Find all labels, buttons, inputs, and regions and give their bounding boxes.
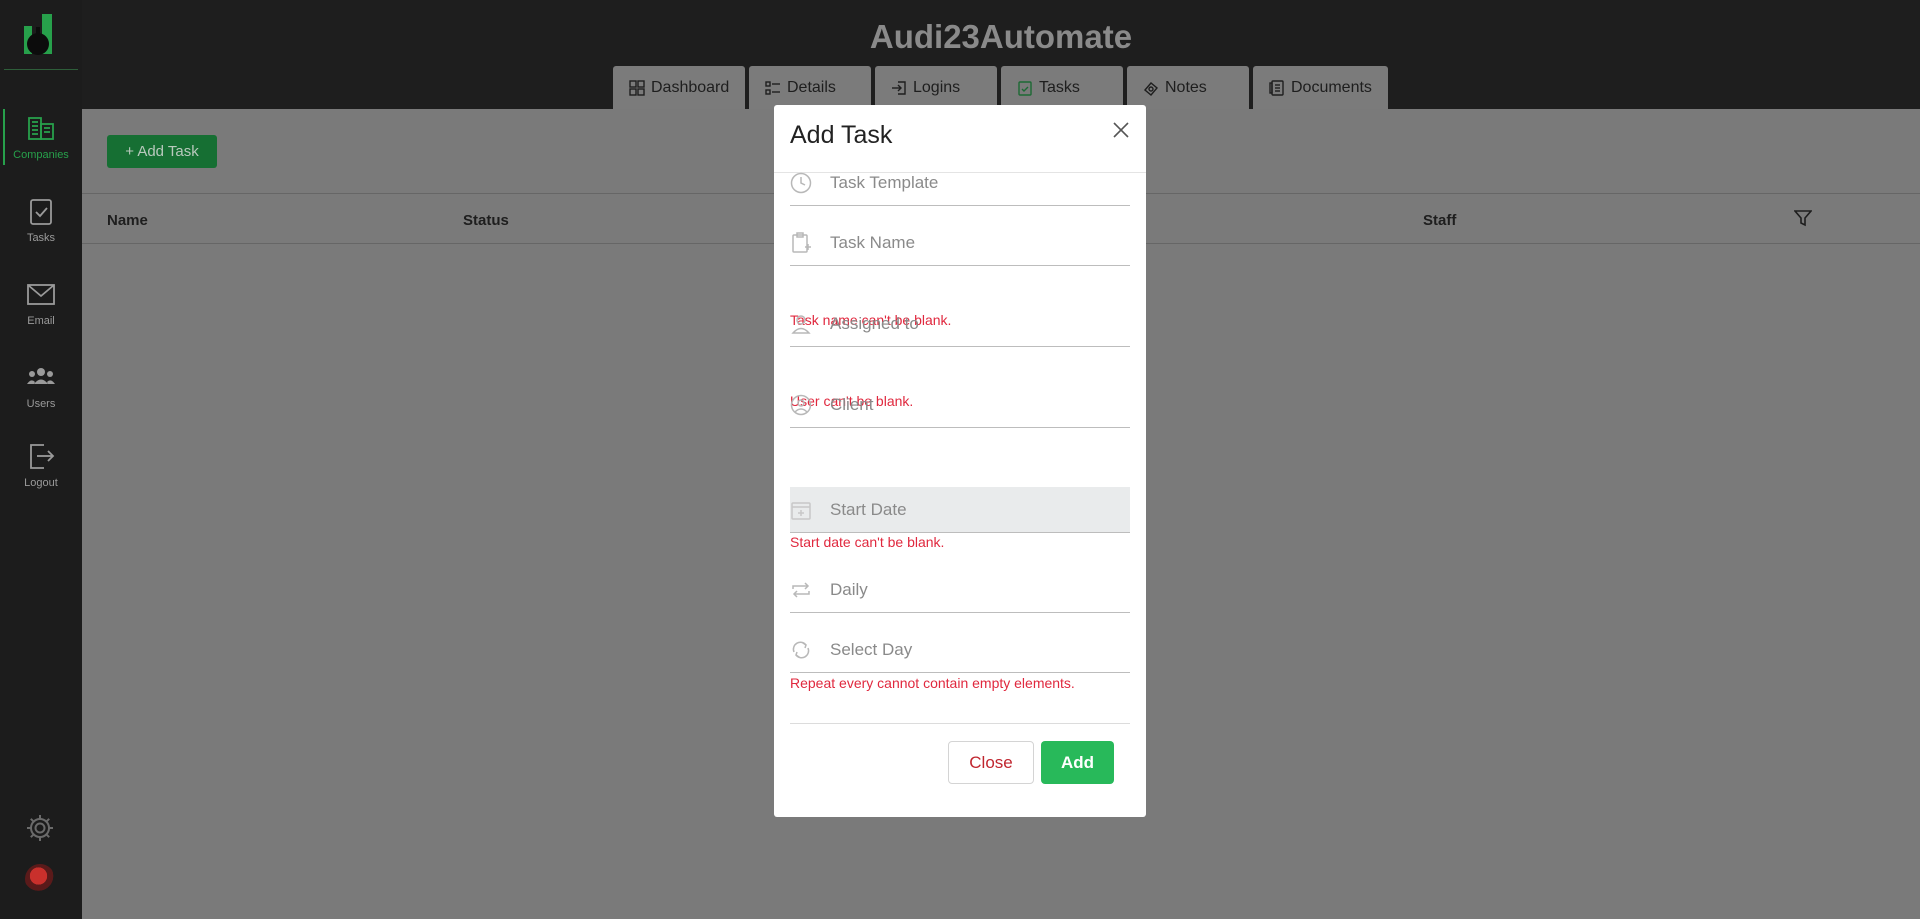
sidebar-item-logout[interactable]: Logout [0, 441, 82, 503]
gear-icon[interactable] [25, 813, 55, 843]
documents-icon [1269, 79, 1284, 96]
sidebar-item-email[interactable]: Email [0, 279, 82, 341]
sidebar-label: Email [27, 315, 55, 327]
column-header-name[interactable]: Name [107, 212, 148, 229]
assigned-to-input[interactable] [830, 313, 1110, 334]
task-name-field[interactable] [790, 220, 1130, 266]
client-input[interactable] [830, 394, 1110, 415]
close-button[interactable]: Close [948, 741, 1034, 784]
sidebar-item-users[interactable]: Users [0, 362, 82, 424]
logout-icon [30, 444, 55, 469]
tab-label: Dashboard [651, 78, 730, 96]
tab-documents[interactable]: Documents [1253, 66, 1388, 109]
divider [790, 723, 1130, 724]
select-day-error: Repeat every cannot contain empty elemen… [790, 675, 1075, 691]
tab-label: Details [787, 78, 836, 96]
filter-icon[interactable] [1794, 209, 1812, 227]
tab-details[interactable]: Details [749, 66, 871, 109]
sidebar-label: Companies [13, 149, 69, 161]
checklist-icon [765, 80, 780, 95]
cycle-icon [792, 641, 810, 658]
app-logo[interactable] [20, 14, 60, 58]
sidebar-divider [4, 69, 78, 70]
column-header-staff[interactable]: Staff [1423, 212, 1456, 229]
select-day-input[interactable] [830, 639, 1110, 660]
sidebar-item-tasks[interactable]: Tasks [0, 196, 82, 258]
envelope-icon [27, 284, 55, 305]
start-date-input[interactable] [830, 499, 1110, 520]
login-icon [892, 80, 906, 95]
repeat-field[interactable] [790, 567, 1130, 613]
add-task-button[interactable]: + Add Task [107, 135, 217, 168]
clipboard-check-icon [30, 199, 52, 225]
notes-icon [1144, 81, 1158, 96]
avatar[interactable] [25, 864, 55, 894]
users-icon [27, 368, 55, 384]
tab-label: Tasks [1039, 78, 1080, 96]
start-date-field[interactable] [790, 487, 1130, 533]
select-day-field[interactable] [790, 627, 1130, 673]
tab-label: Notes [1165, 78, 1207, 96]
column-header-status[interactable]: Status [463, 212, 509, 229]
start-date-error: Start date can't be blank. [790, 534, 945, 550]
app-title: Audi23Automate [869, 18, 1133, 55]
tab-notes[interactable]: Notes [1127, 66, 1249, 109]
task-template-field[interactable] [790, 160, 1130, 206]
tab-logins[interactable]: Logins [875, 66, 997, 109]
header: Audi23Automate Dashboard Details Logins … [82, 0, 1920, 109]
tab-label: Logins [913, 78, 961, 96]
clipboard-add-icon [792, 231, 811, 253]
tab-tasks[interactable]: Tasks [1001, 66, 1123, 109]
client-field[interactable] [790, 382, 1130, 428]
user-circle-icon [790, 394, 812, 415]
tab-label: Documents [1291, 78, 1372, 96]
task-template-input[interactable] [830, 172, 1110, 193]
sidebar-label: Users [26, 398, 56, 410]
sidebar-label: Tasks [26, 232, 56, 244]
clock-icon [790, 172, 812, 193]
sidebar-label: Logout [24, 477, 58, 489]
dashboard-icon [629, 79, 645, 96]
tab-dashboard[interactable]: Dashboard [613, 66, 745, 109]
user-icon [791, 314, 811, 334]
modal-title: Add Task [790, 121, 893, 149]
building-grid-icon [28, 117, 54, 140]
calendar-add-icon [791, 501, 811, 520]
repeat-input[interactable] [830, 579, 1110, 600]
add-button[interactable]: Add [1041, 741, 1114, 784]
sidebar: Companies Tasks Email Users Logout [0, 0, 82, 919]
sidebar-item-companies[interactable]: Companies [0, 109, 82, 175]
clipboard-check-icon [1018, 80, 1032, 96]
close-icon[interactable] [1112, 121, 1130, 139]
repeat-icon [792, 581, 810, 598]
assigned-to-field[interactable] [790, 301, 1130, 347]
tab-bar: Dashboard Details Logins Tasks Notes Doc… [613, 66, 1388, 109]
add-task-modal: Add Task Task name can't be blank. User … [774, 105, 1146, 817]
task-name-input[interactable] [830, 232, 1110, 253]
